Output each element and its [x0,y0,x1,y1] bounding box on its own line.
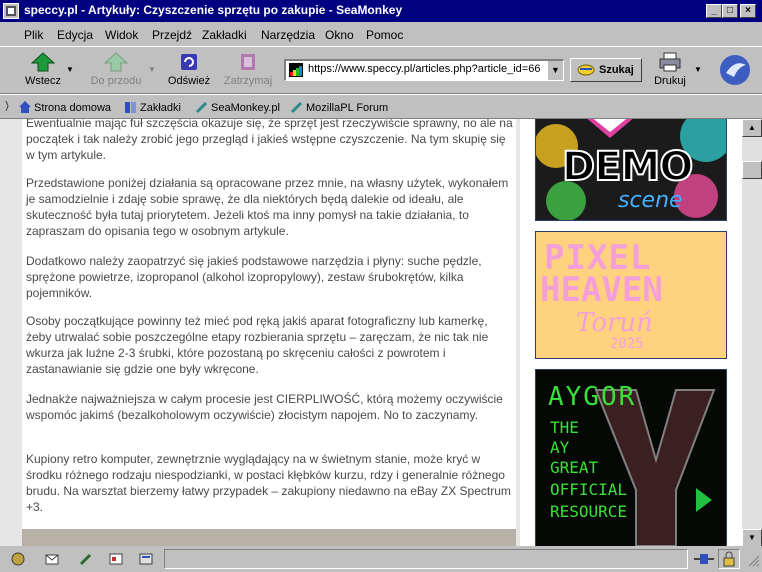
aygor-line: RESOURCE [550,502,628,521]
navigation-toolbar: Wstecz ▼ Do przodu ▼ Odśwież Zatrzymaj ▼ [0,46,762,94]
article-paragraph: Kupiony retro komputer, zewnętrznie wygl… [26,452,511,514]
search-button[interactable]: Szukaj [570,58,642,82]
sidebar: DEMO scene PIXEL HEAVEN Toruń 2025 AYGOR… [520,119,742,546]
aygor-line: GREAT [550,458,599,477]
scroll-up-arrow-icon[interactable]: ▲ [742,119,762,137]
bookmark-zakladki[interactable]: Zakładki [124,100,181,114]
aygor-line: OFFICIAL [550,480,628,499]
bookmark-mozillapl-forum[interactable]: MozillaPL Forum [290,100,388,114]
bookmarks-folder-icon [124,100,138,114]
aygor-line: THE [550,418,579,437]
bookmark-link-icon [195,100,209,114]
url-dropdown-icon[interactable]: ▼ [547,61,563,80]
article-paragraph: Przedstawione poniżej działania są oprac… [26,176,509,238]
bookmark-link-icon [290,100,304,114]
stop-icon [235,51,261,73]
stop-label: Zatrzymaj [223,75,273,87]
article-paragraph: Dodatkowo należy zaopatrzyć się jakieś p… [26,254,482,300]
chevron-down-icon: ▼ [694,65,702,74]
demoscene-banner[interactable]: DEMO scene [535,119,727,221]
mail-icon[interactable] [44,551,60,567]
url-bar[interactable]: ▼ [284,59,564,81]
forward-history-dropdown[interactable]: ▼ [146,63,158,75]
article-paragraph: Ewentualnie mając fuł szczęścia okazuje … [26,119,513,162]
pixel-heaven-title-2: HEAVEN [540,270,663,310]
menu-edycja[interactable]: Edycja [57,28,93,42]
scroll-down-arrow-icon[interactable]: ▼ [742,529,762,546]
pixel-heaven-year: 2025 [610,336,644,352]
menu-bar: Plik Edycja Widok Przejdź Zakładki Narzę… [0,24,762,46]
print-button[interactable]: Drukuj [650,49,690,87]
home-icon [18,100,32,114]
bookmarks-toolbar: Strona domowa Zakładki SeaMonkey.pl Mozi… [0,94,762,118]
chevron-down-icon: ▼ [66,65,74,74]
bookmark-seamonkey-pl-label: SeaMonkey.pl [211,102,280,114]
search-label: Szukaj [599,64,634,76]
bookmark-home-label: Strona domowa [34,102,112,114]
seamonkey-app-icon[interactable] [3,3,19,19]
status-bar [0,546,762,572]
back-button[interactable]: Wstecz [20,49,66,87]
aygor-line: AY [550,438,570,457]
minimize-button[interactable]: _ [706,4,722,18]
scroll-thumb[interactable] [742,161,762,179]
seamonkey-throbber-icon[interactable] [718,53,752,87]
vertical-scrollbar[interactable]: ▲ ▼ [742,119,762,546]
article-paragraph: Jednakże najważniejsza w całym procesie … [26,392,503,422]
article-column: Ewentualnie mając fuł szczęścia okazuje … [0,119,520,546]
bookmark-mozillapl-forum-label: MozillaPL Forum [306,102,389,114]
maximize-button[interactable]: □ [722,4,738,18]
article-photo [22,529,516,546]
aygor-title: AYGOR [548,382,637,412]
article-body: Ewentualnie mając fuł szczęścia okazuje … [22,119,516,546]
stop-button[interactable]: Zatrzymaj [218,49,278,87]
print-label: Drukuj [654,75,686,87]
print-dropdown[interactable]: ▼ [692,63,704,75]
navigator-icon[interactable] [10,551,26,567]
menu-pomoc[interactable]: Pomoc [366,28,403,42]
irc-icon[interactable] [138,551,154,567]
chevron-down-icon: ▼ [148,65,156,74]
reload-button[interactable]: Odśwież [164,49,214,87]
window-title: speccy.pl - Artykuły: Czyszczenie sprzęt… [24,3,403,17]
menu-przejdz[interactable]: Przejdź [152,28,192,42]
online-connection-icon[interactable] [694,551,714,567]
back-history-dropdown[interactable]: ▼ [64,63,76,75]
demo-banner-title: DEMO [561,143,694,191]
lock-icon[interactable] [722,551,736,570]
search-icon [577,63,595,80]
menu-zakladki[interactable]: Zakładki [202,28,247,42]
pixel-heaven-banner[interactable]: PIXEL HEAVEN Toruń 2025 [535,231,727,359]
composer-icon[interactable] [78,551,94,567]
forward-button[interactable]: Do przodu [86,49,146,87]
page-content: Ewentualnie mając fuł szczęścia okazuje … [0,118,762,546]
toolbar-grip[interactable] [4,99,12,113]
security-field [718,549,740,569]
status-text-field [164,549,688,569]
menu-plik[interactable]: Plik [24,28,43,42]
url-input[interactable] [308,63,544,75]
printer-icon [657,51,683,73]
bookmark-seamonkey-pl[interactable]: SeaMonkey.pl [195,100,280,114]
forward-label: Do przodu [90,75,142,87]
menu-widok[interactable]: Widok [105,28,138,42]
back-arrow-icon [30,51,56,73]
back-label: Wstecz [24,75,62,87]
site-favicon-icon [289,63,303,77]
bookmark-zakladki-label: Zakładki [140,102,181,114]
address-book-icon[interactable] [108,551,124,567]
menu-narzedzia[interactable]: Narzędzia [261,28,315,42]
menu-okno[interactable]: Okno [325,28,354,42]
title-bar: speccy.pl - Artykuły: Czyszczenie sprzęt… [0,0,762,22]
demo-banner-subtitle: scene [618,188,683,213]
pixel-heaven-city: Toruń [576,308,653,338]
forward-arrow-icon [103,51,129,73]
bookmark-home[interactable]: Strona domowa [18,100,111,114]
aygor-banner[interactable]: AYGOR THE AY GREAT OFFICIAL RESOURCE [535,369,727,546]
close-button[interactable]: × [740,4,756,18]
reload-icon [176,51,202,73]
reload-label: Odśwież [167,75,211,87]
article-paragraph: Osoby początkujące powinny też mieć pod … [26,314,489,376]
resize-grip-icon[interactable] [744,551,760,567]
